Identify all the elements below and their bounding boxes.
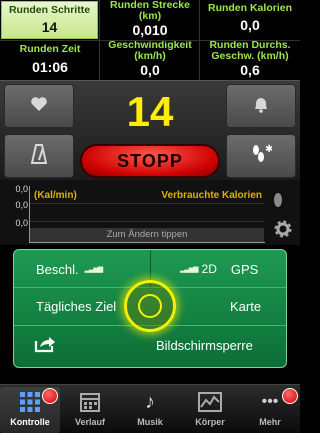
- stat-value: 0,0: [140, 62, 160, 78]
- tab-label: Musik: [137, 417, 163, 427]
- signal-bars-icon: ▂▃▅▆: [84, 266, 104, 273]
- stat-value: 0,6: [240, 62, 260, 78]
- screen-lock-button[interactable]: Bildschirmsperre: [156, 328, 253, 362]
- gps-label: GPS: [230, 261, 259, 277]
- svg-text:✱: ✱: [265, 144, 272, 155]
- chart-icon: [180, 387, 240, 417]
- stat-label: Runden Durchs. Geschw. (km/h): [209, 39, 291, 62]
- gridline: [30, 203, 264, 204]
- stat-lap-avg-speed[interactable]: Runden Durchs. Geschw. (km/h) 0,6: [200, 40, 300, 80]
- accelerometer-toggle[interactable]: Beschl. ▂▃▅▆: [36, 252, 104, 286]
- recording-indicator-icon: [42, 388, 58, 404]
- tab-label: Kontrolle: [10, 417, 50, 427]
- bell-icon: [252, 95, 270, 118]
- accelerometer-label: Beschl.: [36, 261, 79, 277]
- recording-indicator-icon: [282, 388, 298, 404]
- stat-value: 14: [41, 19, 58, 35]
- y-tick: 0,0: [15, 184, 28, 194]
- stat-lap-time[interactable]: Runden Zeit 01:06: [0, 40, 100, 80]
- metronome-button[interactable]: [4, 134, 74, 178]
- stat-label: Runden Zeit: [19, 43, 81, 55]
- tab-label: Verlauf: [74, 417, 105, 427]
- gear-icon[interactable]: [274, 220, 292, 241]
- tap-to-change-hint[interactable]: Zum Ändern tippen: [30, 228, 264, 242]
- target-icon[interactable]: [124, 280, 176, 332]
- step-counter: 14: [126, 88, 174, 135]
- favorite-button[interactable]: [4, 84, 74, 128]
- daily-goal-button[interactable]: Tägliches Ziel: [36, 289, 116, 323]
- calendar-icon: [60, 387, 120, 417]
- stat-label: Geschwindigkeit (km/h): [108, 39, 192, 62]
- graph-header: (Kal/min) Verbrauchte Kalorien: [34, 190, 262, 201]
- signal-bars-icon: ▂▃▅▆: [180, 266, 199, 273]
- stat-label: Runden Strecke (km): [110, 0, 190, 22]
- bell-button[interactable]: [226, 84, 296, 128]
- metronome-icon: [30, 143, 48, 169]
- stat-label: Runden Schritte: [8, 4, 91, 16]
- share-icon: [34, 335, 56, 356]
- gps-mode: 2D: [201, 262, 217, 276]
- gridline: [30, 221, 264, 222]
- y-tick: 0,0: [15, 200, 28, 210]
- tab-koerper[interactable]: Körper: [180, 387, 240, 433]
- share-button[interactable]: [34, 328, 56, 362]
- graph-series-label: Verbrauchte Kalorien: [161, 190, 262, 201]
- tab-verlauf[interactable]: Verlauf: [60, 387, 120, 433]
- stop-button[interactable]: STOPP: [80, 144, 220, 178]
- target-inner-ring: [138, 294, 162, 318]
- heart-icon: [30, 96, 48, 117]
- music-note-icon: ♪: [145, 391, 155, 413]
- stats-grid: Runden Schritte 14 Runden Strecke (km) 0…: [0, 0, 300, 80]
- stat-value: 0,0: [240, 17, 260, 33]
- footprint-icon: ✱: [250, 144, 273, 169]
- divider: [0, 40, 300, 41]
- stat-lap-calories[interactable]: Runden Kalorien 0,0: [200, 0, 300, 40]
- gps-toggle[interactable]: ▂▃▅▆ 2D GPS: [180, 252, 258, 286]
- map-button[interactable]: Karte: [230, 289, 261, 323]
- shoe-icon[interactable]: [272, 192, 284, 213]
- stat-speed[interactable]: Geschwindigkeit (km/h) 0,0: [100, 40, 200, 80]
- tab-musik[interactable]: ♪ Musik: [120, 387, 180, 433]
- y-tick: 0,0: [15, 218, 28, 228]
- graph-unit-label: (Kal/min): [34, 190, 77, 201]
- stat-value: 0,010: [132, 22, 168, 38]
- stat-lap-steps[interactable]: Runden Schritte 14: [1, 1, 98, 39]
- tab-label: Mehr: [259, 417, 281, 427]
- stat-value: 01:06: [32, 59, 68, 75]
- tab-label: Körper: [195, 417, 225, 427]
- footprint-button[interactable]: ✱: [226, 134, 296, 178]
- stat-label: Runden Kalorien: [207, 2, 292, 14]
- stat-lap-distance[interactable]: Runden Strecke (km) 0,010: [100, 0, 200, 40]
